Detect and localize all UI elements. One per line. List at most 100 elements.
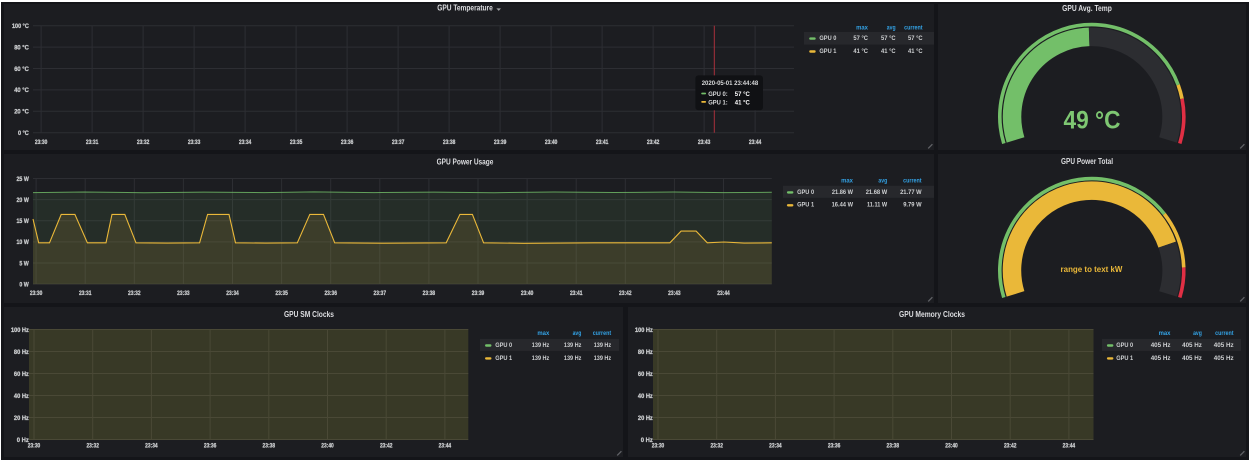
- svg-text:23:32: 23:32: [710, 443, 723, 450]
- svg-text:23:33: 23:33: [177, 290, 190, 297]
- svg-text:9.79 W: 9.79 W: [903, 202, 922, 209]
- svg-text:100 Hz: 100 Hz: [11, 327, 29, 334]
- svg-text:23:34: 23:34: [226, 290, 239, 297]
- svg-text:current: current: [903, 178, 922, 185]
- svg-text:GPU 0: GPU 0: [1116, 342, 1133, 349]
- svg-text:100 °C: 100 °C: [12, 22, 29, 30]
- svg-text:current: current: [1215, 330, 1234, 337]
- svg-text:139 Hz: 139 Hz: [594, 355, 612, 362]
- svg-text:405 Hz: 405 Hz: [1151, 342, 1171, 349]
- svg-text:40 Hz: 40 Hz: [14, 393, 30, 400]
- svg-text:23:43: 23:43: [668, 290, 681, 297]
- svg-text:GPU SM Clocks: GPU SM Clocks: [284, 310, 334, 319]
- svg-text:max: max: [856, 25, 868, 32]
- svg-text:21.77 W: 21.77 W: [900, 189, 922, 196]
- svg-text:40 Hz: 40 Hz: [638, 393, 654, 400]
- svg-text:current: current: [593, 330, 612, 337]
- svg-text:23:30: 23:30: [28, 443, 41, 450]
- svg-text:23:34: 23:34: [769, 443, 782, 450]
- svg-text:57 °C: 57 °C: [853, 34, 868, 42]
- svg-text:405 Hz: 405 Hz: [1182, 342, 1202, 349]
- svg-text:GPU 1: GPU 1: [797, 202, 814, 209]
- svg-text:16.44 W: 16.44 W: [832, 202, 854, 209]
- svg-text:80 °C: 80 °C: [14, 43, 29, 51]
- svg-text:139 Hz: 139 Hz: [564, 355, 582, 362]
- svg-text:40 °C: 40 °C: [14, 86, 29, 94]
- svg-text:10 W: 10 W: [17, 239, 30, 246]
- svg-text:20 W: 20 W: [17, 197, 30, 204]
- svg-text:41 °C: 41 °C: [881, 47, 896, 55]
- svg-text:21.86 W: 21.86 W: [832, 189, 854, 196]
- svg-text:23:43: 23:43: [698, 139, 711, 146]
- svg-text:2020-05-01 23:44:48: 2020-05-01 23:44:48: [702, 80, 759, 87]
- svg-text:23:44: 23:44: [439, 443, 452, 450]
- svg-text:23:44: 23:44: [717, 290, 730, 297]
- svg-text:current: current: [904, 25, 923, 32]
- svg-text:23:39: 23:39: [494, 139, 507, 146]
- svg-text:avg: avg: [573, 330, 582, 337]
- svg-text:23:40: 23:40: [521, 290, 534, 297]
- svg-text:405 Hz: 405 Hz: [1182, 355, 1202, 362]
- svg-text:23:32: 23:32: [128, 290, 141, 297]
- svg-text:20 °C: 20 °C: [14, 108, 29, 116]
- svg-text:60 Hz: 60 Hz: [638, 371, 654, 378]
- svg-text:GPU Temperature: GPU Temperature: [437, 4, 493, 13]
- svg-text:100 Hz: 100 Hz: [635, 327, 653, 334]
- svg-text:23:40: 23:40: [321, 443, 334, 450]
- svg-text:80 Hz: 80 Hz: [14, 349, 30, 356]
- svg-text:GPU Power Total: GPU Power Total: [1061, 157, 1113, 166]
- svg-text:5 W: 5 W: [19, 260, 29, 267]
- svg-text:avg: avg: [887, 25, 896, 32]
- svg-text:23:32: 23:32: [86, 443, 99, 450]
- svg-text:max: max: [1159, 330, 1171, 337]
- svg-text:139 Hz: 139 Hz: [564, 342, 582, 349]
- svg-text:23:35: 23:35: [275, 290, 288, 297]
- svg-text:GPU 1: GPU 1: [819, 48, 836, 55]
- svg-text:23:31: 23:31: [86, 139, 99, 146]
- svg-text:GPU Avg. Temp: GPU Avg. Temp: [1062, 4, 1112, 13]
- svg-text:23:36: 23:36: [204, 443, 217, 450]
- svg-text:41 °C: 41 °C: [735, 99, 750, 107]
- svg-text:23:37: 23:37: [374, 290, 387, 297]
- svg-text:41 °C: 41 °C: [908, 47, 923, 55]
- svg-text:GPU Memory Clocks: GPU Memory Clocks: [899, 310, 965, 319]
- svg-text:GPU 0: GPU 0: [797, 189, 814, 196]
- svg-text:avg: avg: [878, 178, 887, 185]
- svg-text:max: max: [537, 330, 549, 337]
- svg-text:GPU 1:: GPU 1:: [708, 100, 728, 107]
- svg-text:21.68 W: 21.68 W: [866, 189, 888, 196]
- svg-text:57 °C: 57 °C: [881, 34, 896, 42]
- svg-text:23:35: 23:35: [290, 139, 303, 146]
- svg-text:avg: avg: [1193, 330, 1202, 337]
- svg-text:23:34: 23:34: [239, 139, 252, 146]
- svg-text:23:42: 23:42: [1004, 443, 1017, 450]
- svg-text:23:39: 23:39: [472, 290, 485, 297]
- svg-text:GPU 0:: GPU 0:: [708, 91, 728, 98]
- svg-text:range to text kW: range to text kW: [1061, 265, 1124, 274]
- svg-text:41 °C: 41 °C: [853, 47, 868, 55]
- svg-text:57 °C: 57 °C: [735, 90, 750, 98]
- svg-text:23:40: 23:40: [545, 139, 558, 146]
- svg-text:23:38: 23:38: [263, 443, 276, 450]
- svg-text:GPU 0: GPU 0: [819, 35, 836, 42]
- svg-text:23:41: 23:41: [570, 290, 583, 297]
- svg-text:405 Hz: 405 Hz: [1214, 355, 1234, 362]
- svg-text:57 °C: 57 °C: [908, 34, 923, 42]
- svg-text:GPU Power Usage: GPU Power Usage: [437, 158, 494, 167]
- svg-text:15 W: 15 W: [17, 218, 30, 225]
- svg-text:23:31: 23:31: [79, 290, 92, 297]
- svg-text:23:32: 23:32: [137, 139, 150, 146]
- svg-text:139 Hz: 139 Hz: [594, 342, 612, 349]
- svg-text:0 W: 0 W: [19, 281, 29, 288]
- svg-text:139 Hz: 139 Hz: [532, 342, 550, 349]
- svg-text:23:36: 23:36: [828, 443, 841, 450]
- svg-text:GPU 0: GPU 0: [495, 342, 512, 349]
- svg-text:139 Hz: 139 Hz: [532, 355, 550, 362]
- svg-text:max: max: [841, 178, 853, 185]
- svg-text:60 Hz: 60 Hz: [14, 371, 30, 378]
- svg-text:60 °C: 60 °C: [14, 65, 29, 73]
- svg-text:405 Hz: 405 Hz: [1151, 355, 1171, 362]
- svg-text:23:36: 23:36: [341, 139, 354, 146]
- svg-text:23:34: 23:34: [145, 443, 158, 450]
- svg-text:23:42: 23:42: [647, 139, 660, 146]
